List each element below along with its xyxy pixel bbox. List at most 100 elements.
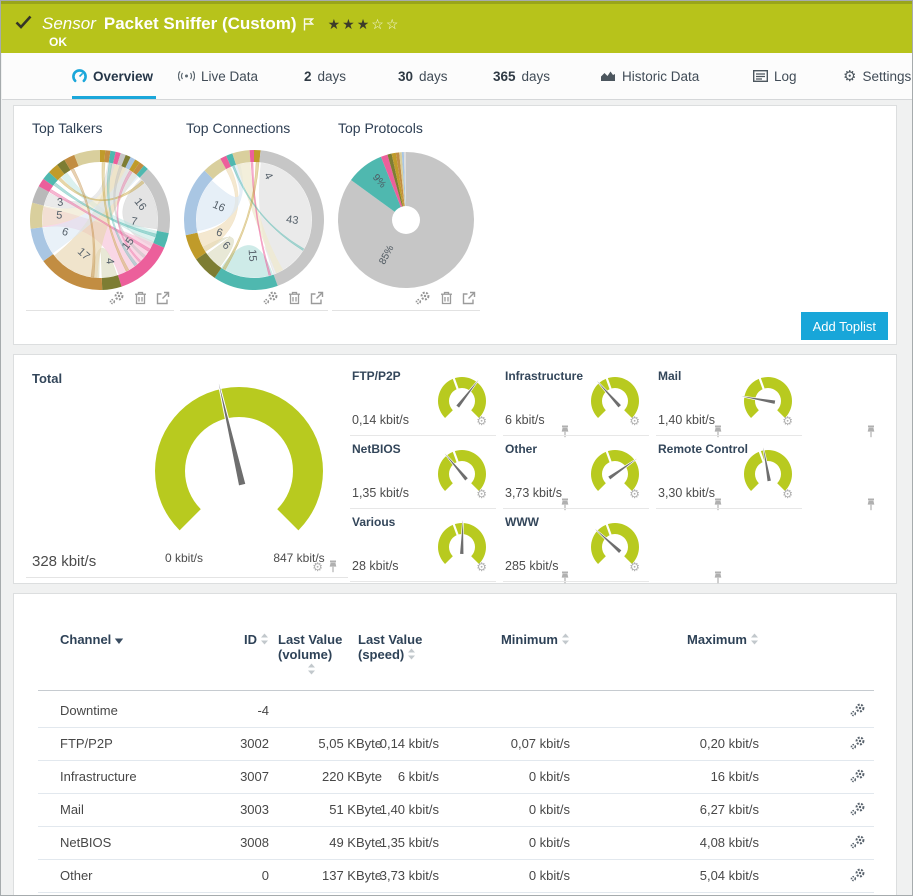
cell-id: 3003 <box>158 793 269 826</box>
top-protocols-chart[interactable]: 85%9% <box>336 150 476 295</box>
gauge-tile-netbios: NetBIOS1,35 kbit/s⚙ <box>350 436 496 509</box>
channel-edit-icon[interactable] <box>850 868 866 887</box>
flag-icon[interactable] <box>303 18 314 31</box>
channel-table-panel: ChannelID Last Value(volume)Last Value (sp… <box>13 593 897 896</box>
top-connections-chart[interactable]: 431566164 <box>184 150 324 295</box>
tab-log[interactable]: Log <box>753 53 797 99</box>
column-label: Maximum <box>687 632 747 647</box>
channel-gauge-value: 3,30 kbit/s <box>658 486 715 500</box>
channel-edit-icon[interactable] <box>850 802 866 821</box>
channel-gauge-label: Various <box>352 515 395 529</box>
table-row-downtime: Downtime-4 <box>38 694 874 728</box>
top-talkers-chart[interactable]: 16715417653 <box>30 150 170 295</box>
channel-settings-icon[interactable]: ⚙ <box>476 415 487 427</box>
toplist-open-icon[interactable] <box>156 291 170 305</box>
channel-settings-icon[interactable]: ⚙ <box>629 415 640 427</box>
column-header-id[interactable]: ID <box>109 632 269 648</box>
column-label: Channel <box>60 632 111 647</box>
total-gauge <box>144 379 334 560</box>
sort-icon <box>307 663 316 678</box>
gauge-tile-various: Various 28 kbit/s ⚙ <box>350 509 496 582</box>
channel-settings-icon[interactable]: ⚙ <box>782 488 793 500</box>
channel-gauge-value: 28 kbit/s <box>352 559 399 573</box>
star-filled-icon: ★ <box>342 16 357 32</box>
broadcast-icon <box>178 70 195 82</box>
toplist-title: Top Talkers <box>32 120 103 136</box>
channel-settings-icon[interactable]: ⚙ <box>476 488 487 500</box>
star-filled-icon: ★ <box>328 16 343 32</box>
toplist-top-connections: Top Connections431566164 <box>180 114 328 311</box>
tab-number: 2 <box>304 69 312 84</box>
tab-settings[interactable]: ⚙Settings <box>843 53 911 99</box>
gear-icon: ⚙ <box>843 69 856 84</box>
tab-label: days <box>419 69 448 84</box>
column-header-last-value-volume[interactable]: Last Value(volume) <box>278 632 342 678</box>
tab-30-days[interactable]: 30 days <box>398 53 448 99</box>
table-row-other: Other0137 KByte3,73 kbit/s0 kbit/s5,04 k… <box>38 859 874 893</box>
toplist-delete-icon[interactable] <box>288 291 301 305</box>
gauge-tile-www: WWW285 kbit/s⚙ <box>503 509 649 582</box>
channel-edit-icon[interactable] <box>850 703 866 722</box>
tab-live-data[interactable]: Live Data <box>178 53 258 99</box>
gauge-tile-ftp-p2p: FTP/P2P0,14 kbit/s⚙ <box>350 363 496 436</box>
total-gauge-label: Total <box>32 371 62 386</box>
toplist-settings-icon[interactable] <box>415 291 431 305</box>
toplist-settings-icon[interactable] <box>109 291 125 305</box>
cell-speed: 3,73 kbit/s <box>358 859 439 892</box>
sensor-page: Sensor Packet Sniffer (Custom) ★★★☆☆ OK … <box>0 0 913 896</box>
channel-edit-icon[interactable] <box>850 736 866 755</box>
gauge-tile-infrastructure: Infrastructure 6 kbit/s ⚙ <box>503 363 649 436</box>
add-toplist-button[interactable]: Add Toplist <box>801 312 888 340</box>
sort-icon <box>407 648 416 663</box>
toplist-settings-icon[interactable] <box>263 291 279 305</box>
channel-gauge-label: Infrastructure <box>505 369 583 383</box>
channel-gauge-value: 6 kbit/s <box>505 413 545 427</box>
tab-365-days[interactable]: 365 days <box>493 53 550 99</box>
channel-gauge-value: 1,35 kbit/s <box>352 486 409 500</box>
tab-label: Overview <box>93 69 153 84</box>
chart-icon <box>600 70 616 82</box>
sort-icon <box>260 633 269 648</box>
table-header-rule <box>38 690 874 691</box>
tab-number: 30 <box>398 69 413 84</box>
channel-settings-icon[interactable]: ⚙ <box>782 415 793 427</box>
status-badge: OK <box>49 35 67 49</box>
toplist-open-icon[interactable] <box>310 291 324 305</box>
column-label: Last Value <box>278 632 342 647</box>
cell-min: 0,07 kbit/s <box>458 727 570 760</box>
toplist-open-icon[interactable] <box>462 291 476 305</box>
channel-gauge-value: 285 kbit/s <box>505 559 559 573</box>
channel-settings-icon[interactable]: ⚙ <box>629 488 640 500</box>
toplist-delete-icon[interactable] <box>440 291 453 305</box>
channel-edit-icon[interactable] <box>850 835 866 854</box>
channel-settings-icon[interactable]: ⚙ <box>629 561 640 573</box>
table-row-mail: Mail300351 KByte1,40 kbit/s0 kbit/s6,27 … <box>38 793 874 827</box>
column-header-minimum[interactable]: Minimum <box>410 632 570 648</box>
star-empty-icon: ☆ <box>386 16 401 32</box>
star-empty-icon: ☆ <box>371 16 386 32</box>
tab-overview[interactable]: Overview <box>72 53 153 99</box>
channel-edit-icon[interactable] <box>850 769 866 788</box>
toplist-delete-icon[interactable] <box>134 291 147 305</box>
total-gauge-tile: Total 0 kbit/s 847 kbit/s 328 kbit/s ⚙ <box>26 363 348 578</box>
total-gauge-min: 0 kbit/s <box>144 551 224 565</box>
cell-speed <box>358 694 439 727</box>
gauge-tile-other: Other3,73 kbit/s⚙ <box>503 436 649 509</box>
channel-settings-icon[interactable]: ⚙ <box>312 561 323 573</box>
tab-label: days <box>522 69 551 84</box>
page-title: Packet Sniffer (Custom) <box>104 14 297 34</box>
channel-gauge-label: Other <box>505 442 537 456</box>
pin-icon[interactable] <box>328 560 338 573</box>
cell-id: 3008 <box>158 826 269 859</box>
channel-gauge-label: Mail <box>658 369 681 383</box>
priority-stars[interactable]: ★★★☆☆ <box>328 17 401 31</box>
tab-historic-data[interactable]: Historic Data <box>600 53 699 99</box>
tab-number: 365 <box>493 69 516 84</box>
column-label-line2: (speed) <box>358 647 404 662</box>
channel-settings-icon[interactable]: ⚙ <box>476 561 487 573</box>
toplists-panel: Add Toplist Top Talkers 16715417653Top Co… <box>13 105 897 345</box>
tab-2-days[interactable]: 2days <box>304 53 346 99</box>
column-header-maximum[interactable]: Maximum <box>599 632 759 648</box>
sort-icon <box>750 633 759 648</box>
cell-max: 0,20 kbit/s <box>648 727 759 760</box>
